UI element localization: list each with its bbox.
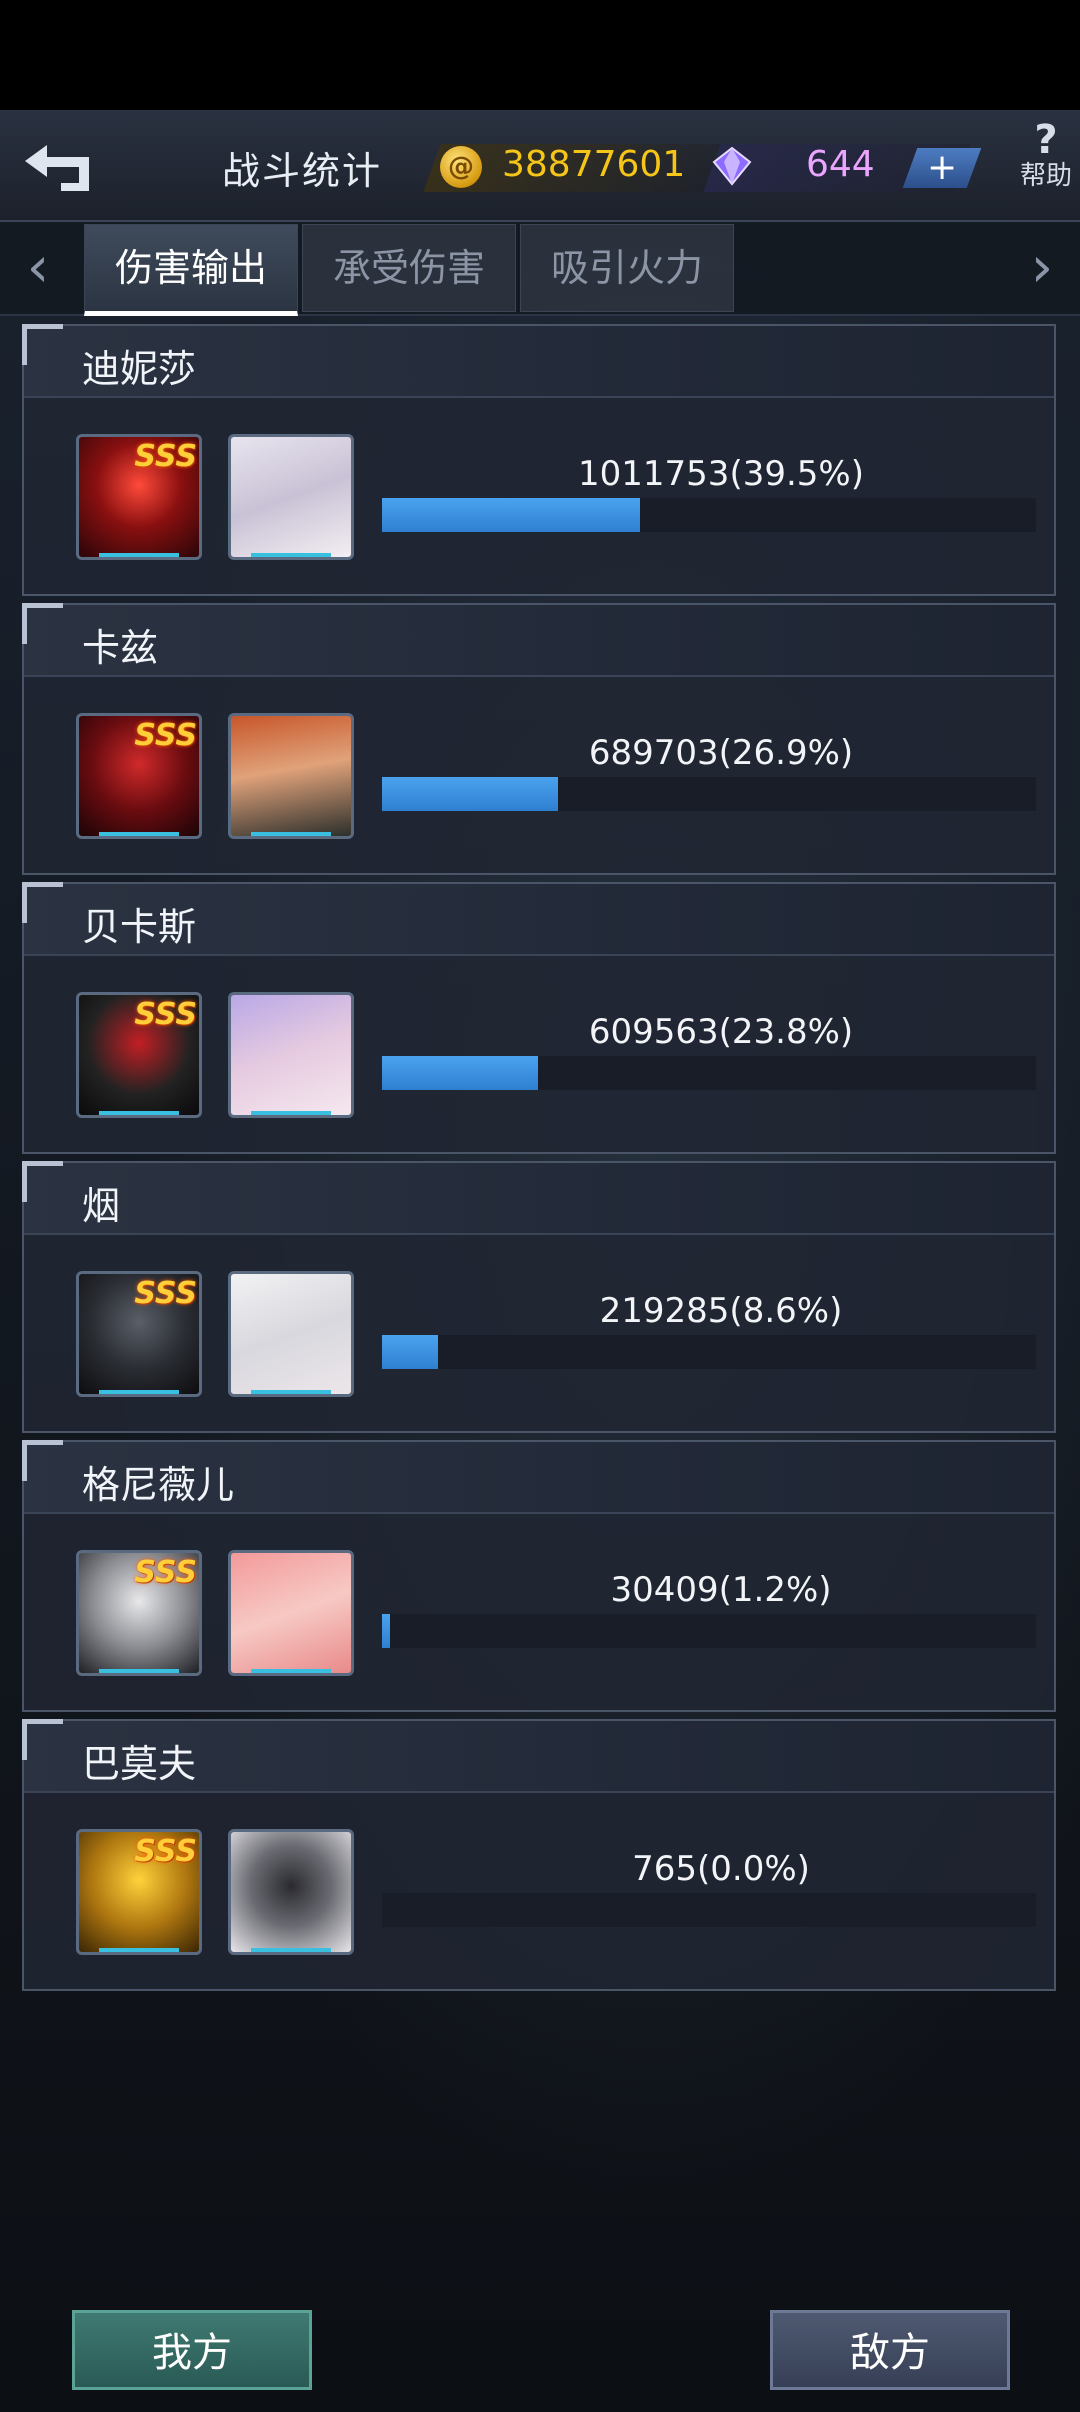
tab-draw-fire[interactable]: 吸引火力 <box>520 224 734 312</box>
unit-row-header: 烟 <box>22 1161 1054 1235</box>
sss-rank-badge: SSS <box>134 1834 197 1869</box>
coin-amount: 38877601 <box>502 144 686 185</box>
add-gems-button[interactable]: + <box>902 147 982 188</box>
question-icon: ? <box>1034 117 1058 163</box>
unit-row-header: 格尼薇儿 <box>22 1440 1054 1514</box>
damage-bar <box>382 777 1036 811</box>
status-bar <box>0 0 1080 110</box>
damage-value: 219285(8.6%) <box>599 1291 843 1331</box>
pilot-avatar[interactable] <box>228 713 354 839</box>
back-arrow-icon <box>25 145 89 191</box>
damage-value: 609563(23.8%) <box>588 1012 854 1052</box>
pilot-name: 烟 <box>82 1184 121 1228</box>
damage-value: 30409(1.2%) <box>610 1570 832 1610</box>
pilot-name: 巴莫夫 <box>82 1742 197 1786</box>
damage-value: 689703(26.9%) <box>588 733 854 773</box>
back-button[interactable] <box>10 132 110 202</box>
damage-value: 1011753(39.5%) <box>578 454 864 494</box>
pilot-name: 贝卡斯 <box>82 905 197 949</box>
gem-amount: 644 <box>806 144 875 185</box>
page-title: 战斗统计 <box>222 149 383 193</box>
unit-row: 烟 SSS 219285(8.6%) <box>22 1161 1056 1433</box>
mech-avatar[interactable]: SSS <box>76 1829 202 1955</box>
pilot-avatar[interactable] <box>228 992 354 1118</box>
chevron-left-icon[interactable]: ‹ <box>18 240 58 296</box>
pilot-name: 格尼薇儿 <box>82 1463 235 1507</box>
diamond-icon <box>712 146 752 186</box>
unit-row: 巴莫夫 SSS 765(0.0%) <box>22 1719 1056 1991</box>
tab-bar: ‹ 伤害输出 承受伤害 吸引火力 › <box>0 222 1080 316</box>
sss-rank-badge: SSS <box>134 997 197 1032</box>
pilot-avatar[interactable] <box>228 1271 354 1397</box>
mech-avatar[interactable]: SSS <box>76 1271 202 1397</box>
mech-avatar[interactable]: SSS <box>76 434 202 560</box>
pilot-name: 迪妮莎 <box>82 347 197 391</box>
pilot-avatar[interactable] <box>228 434 354 560</box>
sss-rank-badge: SSS <box>134 439 197 474</box>
damage-bar-fill <box>382 1335 439 1369</box>
my-side-button[interactable]: 我方 <box>72 2310 312 2390</box>
tab-damage-output[interactable]: 伤害输出 <box>84 224 298 316</box>
top-header: 战斗统计 @ 38877601 644 + ? 帮助 <box>0 110 1080 222</box>
mech-avatar[interactable]: SSS <box>76 1550 202 1676</box>
mech-avatar[interactable]: SSS <box>76 992 202 1118</box>
mech-avatar[interactable]: SSS <box>76 713 202 839</box>
damage-bar <box>382 1056 1036 1090</box>
plus-icon: + <box>926 147 958 188</box>
enemy-side-button[interactable]: 敌方 <box>770 2310 1010 2390</box>
unit-row: 格尼薇儿 SSS 30409(1.2%) <box>22 1440 1056 1712</box>
tab-damage-taken[interactable]: 承受伤害 <box>302 224 516 312</box>
help-label: 帮助 <box>1019 161 1072 191</box>
unit-row-header: 卡兹 <box>22 603 1054 677</box>
sss-rank-badge: SSS <box>134 1276 197 1311</box>
help-button[interactable]: ? 帮助 <box>1006 118 1080 218</box>
unit-row: 卡兹 SSS 689703(26.9%) <box>22 603 1056 875</box>
gold-coin-icon: @ <box>440 146 482 188</box>
pilot-name: 卡兹 <box>82 626 159 670</box>
sss-rank-badge: SSS <box>134 718 197 753</box>
unit-row: 迪妮莎 SSS 1011753(39.5%) <box>22 324 1056 596</box>
unit-row-header: 迪妮莎 <box>22 324 1054 398</box>
damage-bar-fill <box>382 1614 390 1648</box>
damage-bar-fill <box>382 498 641 532</box>
damage-value: 765(0.0%) <box>632 1849 810 1889</box>
damage-bar-fill <box>382 777 558 811</box>
unit-row-header: 贝卡斯 <box>22 882 1054 956</box>
pilot-avatar[interactable] <box>228 1829 354 1955</box>
unit-row: 贝卡斯 SSS 609563(23.8%) <box>22 882 1056 1154</box>
damage-bar <box>382 1893 1036 1927</box>
damage-bar <box>382 1614 1036 1648</box>
damage-bar <box>382 1335 1036 1369</box>
chevron-right-icon[interactable]: › <box>1022 240 1062 296</box>
damage-bar-fill <box>382 1056 538 1090</box>
sss-rank-badge: SSS <box>134 1555 197 1590</box>
pilot-avatar[interactable] <box>228 1550 354 1676</box>
unit-row-header: 巴莫夫 <box>22 1719 1054 1793</box>
damage-bar <box>382 498 1036 532</box>
